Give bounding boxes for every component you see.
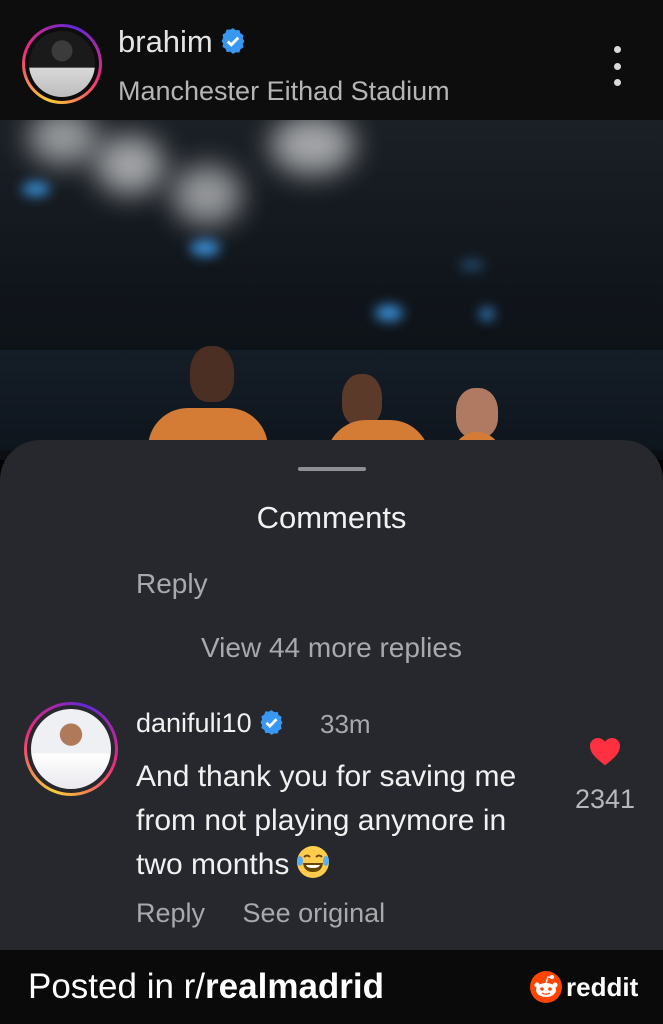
verified-badge-icon: [221, 28, 245, 54]
comment-author[interactable]: danifuli10: [136, 708, 285, 739]
see-original-button[interactable]: See original: [243, 898, 386, 928]
reddit-logo: reddit: [530, 971, 638, 1003]
comment-username[interactable]: danifuli10: [136, 708, 252, 738]
comment-timestamp: 33m: [320, 709, 371, 739]
posted-in-text: Posted in r/realmadrid: [28, 967, 384, 1007]
reddit-wordmark: reddit: [566, 971, 639, 1002]
post-photo: [0, 120, 663, 460]
comment-actions: Reply See original: [136, 898, 385, 929]
sheet-title: Comments: [256, 500, 407, 535]
post-username[interactable]: brahim: [118, 24, 213, 59]
view-more-replies-button[interactable]: View 44 more replies: [0, 632, 663, 664]
posted-prefix: Posted in r/: [28, 967, 206, 1006]
reply-button[interactable]: Reply: [136, 568, 208, 600]
post-location[interactable]: Manchester Eithad Stadium: [118, 76, 450, 107]
laughing-tears-icon: [297, 846, 330, 878]
sheet-drag-handle[interactable]: [298, 467, 366, 471]
reply-button[interactable]: Reply: [136, 898, 205, 928]
reddit-footer: Posted in r/realmadrid reddit: [0, 950, 663, 1024]
like-count: 2341: [574, 784, 636, 814]
more-options-icon[interactable]: [604, 46, 630, 86]
post-header: brahim Manchester Eithad Stadium: [0, 0, 663, 120]
reddit-snoo-icon: [530, 971, 562, 1003]
post-author-avatar[interactable]: [22, 24, 102, 104]
comment-text: And thank you for saving me from not pla…: [136, 755, 546, 887]
comments-sheet: Comments Reply View 44 more replies dani…: [0, 440, 663, 950]
subreddit-name[interactable]: realmadrid: [205, 967, 384, 1006]
heart-icon[interactable]: [588, 736, 622, 766]
verified-badge-icon: [260, 710, 283, 735]
post-author[interactable]: brahim: [118, 24, 247, 60]
commenter-avatar[interactable]: [24, 702, 118, 796]
